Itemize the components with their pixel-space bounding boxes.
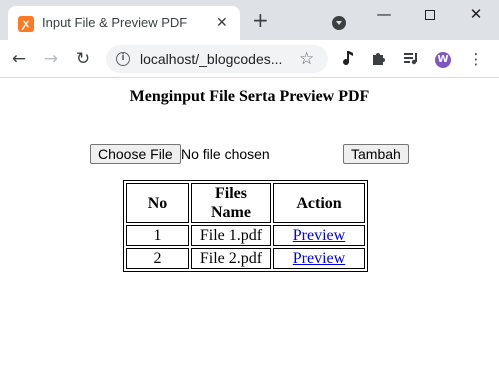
media-queue-icon[interactable]	[401, 49, 421, 69]
tab-search-icon[interactable]	[332, 16, 346, 30]
back-arrow-icon[interactable]: ←	[9, 49, 29, 69]
window-close-button[interactable]: ✕	[458, 3, 494, 25]
row-number: 2	[126, 248, 189, 269]
music-note-icon	[343, 51, 353, 66]
tab-strip: ꭗ Input File & Preview PDF ✕ + — ✕	[0, 0, 499, 40]
url-text[interactable]: localhost/_blogcodes...	[140, 51, 282, 67]
minimize-button[interactable]: —	[366, 3, 402, 25]
chrome-menu-icon[interactable]: ⋮	[466, 49, 486, 69]
action-cell: Preview	[273, 248, 365, 269]
header-action: Action	[273, 183, 365, 223]
site-info-icon[interactable]: i	[116, 52, 130, 66]
preview-link[interactable]: Preview	[293, 227, 345, 244]
row-number: 1	[126, 225, 189, 246]
bookmark-star-icon[interactable]: ☆	[299, 49, 314, 69]
w-badge-icon: W	[435, 51, 451, 68]
file-status-text: No file chosen	[181, 146, 270, 162]
extensions-puzzle-icon[interactable]	[369, 49, 389, 69]
file-name: File 1.pdf	[191, 225, 271, 246]
file-name: File 2.pdf	[191, 248, 271, 269]
tab-close-icon[interactable]: ✕	[216, 14, 228, 32]
table-header-row: No Files Name Action	[126, 183, 365, 223]
browser-tab[interactable]: ꭗ Input File & Preview PDF ✕	[8, 6, 240, 40]
new-tab-button[interactable]: +	[252, 10, 269, 30]
page-title: Menginput File Serta Preview PDF	[129, 88, 370, 105]
add-button[interactable]: Tambah	[343, 144, 409, 164]
address-bar[interactable]: i localhost/_blogcodes... ☆	[106, 45, 328, 73]
table-row: 1 File 1.pdf Preview	[126, 225, 365, 246]
xampp-icon: ꭗ	[18, 16, 34, 32]
page-content: Menginput File Serta Preview PDF Choose …	[0, 79, 499, 366]
files-table: No Files Name Action 1 File 1.pdf Previe…	[123, 180, 368, 272]
preview-link[interactable]: Preview	[293, 250, 345, 267]
extension-icon[interactable]	[337, 49, 357, 69]
reload-icon[interactable]: ↻	[73, 49, 93, 69]
profile-extension-icon[interactable]: W	[433, 49, 453, 69]
maximize-button[interactable]	[412, 3, 448, 25]
tab-title: Input File & Preview PDF	[42, 15, 188, 30]
table-row: 2 File 2.pdf Preview	[126, 248, 365, 269]
maximize-icon	[425, 9, 435, 20]
action-cell: Preview	[273, 225, 365, 246]
forward-arrow-icon[interactable]: →	[41, 49, 61, 69]
header-no: No	[126, 183, 189, 223]
choose-file-button[interactable]: Choose File	[90, 144, 181, 164]
header-files-name: Files Name	[191, 183, 271, 223]
browser-toolbar: ← → ↻ i localhost/_blogcodes... ☆ W ⋮	[0, 40, 499, 78]
